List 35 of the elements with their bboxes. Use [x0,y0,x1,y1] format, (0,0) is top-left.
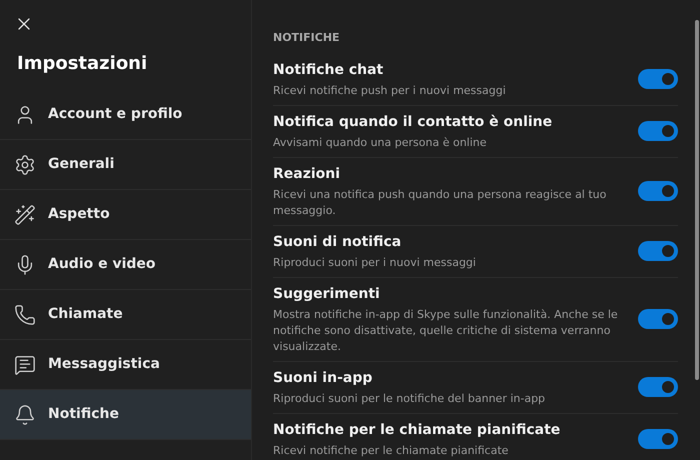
section-heading: NOTIFICHE [273,30,341,46]
setting-title: Reazioni [273,164,342,184]
toggle-switch[interactable] [638,121,678,141]
setting-description: Riproduci suoni per le notifiche del banner in-app [273,390,546,406]
setting-title: Suoni di notifica [273,232,402,252]
message-icon [14,354,36,376]
setting-title: Notifiche per le chiamate pianificate [273,420,562,440]
setting-description: Ricevi notifiche per le chiamate pianificate [273,442,510,458]
setting-description: Avvisami quando una persona è online [273,134,488,150]
gear-icon [14,154,36,176]
setting-title: Suoni in-app [273,368,374,388]
sidebar-item[interactable]: Chiamate [0,290,251,340]
setting-title: Notifiche chat [273,60,384,80]
phone-icon [14,304,36,326]
setting-title: Suggerimenti [273,284,381,304]
setting-description: Ricevi una notifica push quando una persona reagisce al tuo messaggio. [273,186,608,218]
toggle-switch[interactable] [638,309,678,329]
sidebar-item[interactable]: Notifiche [0,390,251,440]
toggle-switch[interactable] [638,429,678,449]
toggle-switch[interactable] [638,241,678,261]
toggle-switch[interactable] [638,377,678,397]
sidebar-item[interactable]: Audio e video [0,240,251,290]
toggle-switch[interactable] [638,69,678,89]
setting-description: Riproduci suoni per i nuovi messaggi [273,254,477,270]
scrollbar[interactable] [695,20,699,380]
sidebar-item[interactable]: Generali [0,140,251,190]
toggle-switch[interactable] [638,181,678,201]
magic-wand-icon [14,204,36,226]
setting-title: Notifica quando il contatto è online [273,112,554,132]
setting-description: Mostra notifiche in-app di Skype sulle funzionalità. Anche se le notifiche sono disattivate, quelle critiche di sistema verranno visualizzate. [273,306,618,354]
sidebar-item[interactable]: Account e profilo [0,90,251,140]
bell-icon [14,404,36,426]
setting-description: Ricevi notifiche push per i nuovi messaggi [273,82,507,98]
sidebar-item[interactable]: Aspetto [0,190,251,240]
settings-title: Impostazioni [17,52,148,76]
